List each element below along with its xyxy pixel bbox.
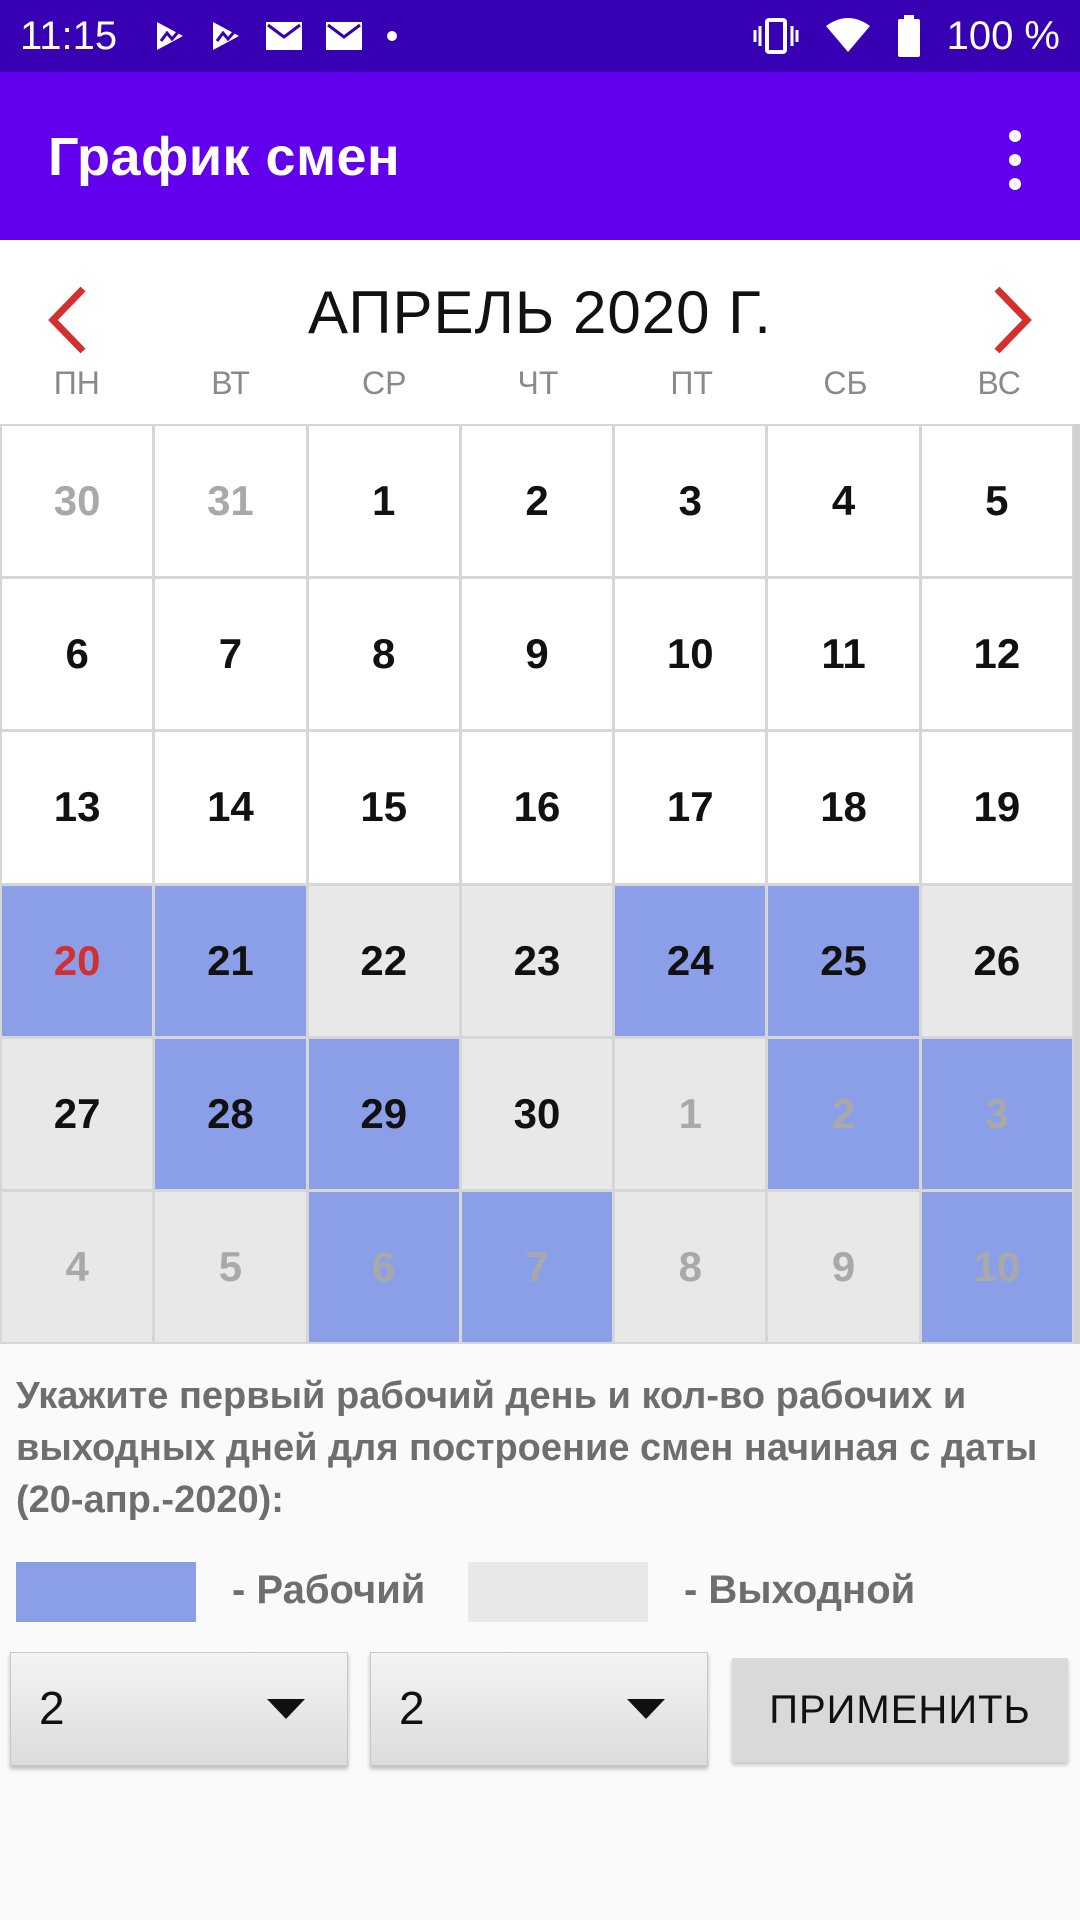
calendar-day-cell[interactable]: 3 bbox=[921, 1038, 1072, 1189]
calendar-day-cell[interactable]: 18 bbox=[768, 732, 919, 883]
month-title: АПРЕЛЬ 2020 Г. bbox=[308, 279, 772, 346]
calendar-day-cell[interactable]: 4 bbox=[2, 1191, 153, 1342]
dropdown-arrow-icon bbox=[267, 1699, 305, 1719]
app-title: График смен bbox=[48, 127, 401, 187]
calendar-day-cell[interactable]: 30 bbox=[2, 426, 153, 577]
calendar-grid: 30 31 1 2 3 4 5 6 7 8 9 10 11 12 13 14 15 16 17 18 19 20 21 22 2… bbox=[0, 424, 1074, 1344]
battery-percent: 100 % bbox=[946, 13, 1060, 58]
calendar-day-cell[interactable]: 26 bbox=[921, 885, 1072, 1036]
off-day-swatch bbox=[468, 1562, 648, 1622]
calendar-day-cell[interactable]: 4 bbox=[768, 426, 919, 577]
play-store-icon bbox=[213, 22, 240, 50]
scrollbar[interactable] bbox=[1074, 424, 1080, 1344]
calendar-day-cell[interactable]: 31 bbox=[155, 426, 306, 577]
calendar-day-cell[interactable]: 8 bbox=[615, 1191, 766, 1342]
calendar-day-cell[interactable]: 11 bbox=[768, 579, 919, 730]
calendar-day-cell[interactable]: 5 bbox=[155, 1191, 306, 1342]
calendar-day-cell[interactable]: 24 bbox=[615, 885, 766, 1036]
mail-icon bbox=[266, 22, 303, 50]
vibrate-icon bbox=[753, 18, 799, 54]
system-icons: 100 % bbox=[753, 14, 1060, 59]
battery-icon bbox=[897, 15, 920, 57]
calendar-day-cell[interactable]: 2 bbox=[461, 426, 613, 577]
calendar-day-cell[interactable]: 9 bbox=[461, 579, 613, 730]
menu-dot bbox=[1009, 130, 1021, 142]
weekday-label: СР bbox=[362, 365, 407, 401]
more-vert-icon[interactable] bbox=[990, 130, 1040, 190]
calendar-day-cell[interactable]: 19 bbox=[921, 732, 1072, 883]
work-days-value: 2 bbox=[39, 1682, 65, 1734]
calendar-day-cell[interactable]: 10 bbox=[921, 1191, 1072, 1342]
calendar-day-cell[interactable]: 15 bbox=[308, 732, 459, 883]
calendar-day-cell[interactable]: 22 bbox=[308, 885, 459, 1036]
calendar-day-cell[interactable]: 25 bbox=[768, 885, 919, 1036]
calendar-day-cell[interactable]: 28 bbox=[155, 1038, 306, 1189]
status-bar: 11:15 100 % bbox=[0, 0, 1080, 72]
dot-icon bbox=[387, 31, 398, 41]
menu-dot bbox=[1009, 178, 1021, 190]
calendar-day-cell[interactable]: 21 bbox=[155, 885, 306, 1036]
off-day-legend-label: - Выходной bbox=[684, 1568, 916, 1612]
weekday-label: ВС bbox=[977, 365, 1021, 401]
calendar-day-cell[interactable]: 5 bbox=[921, 426, 1072, 577]
menu-dot bbox=[1009, 154, 1021, 166]
calendar-day-cell[interactable]: 17 bbox=[615, 732, 766, 883]
apply-button[interactable]: ПРИМЕНИТЬ bbox=[732, 1658, 1068, 1762]
calendar-day-cell[interactable]: 6 bbox=[308, 1191, 459, 1342]
weekday-label: СБ bbox=[823, 365, 868, 401]
work-day-legend-label: - Рабочий bbox=[232, 1568, 426, 1612]
weekday-label: ЧТ bbox=[517, 365, 559, 401]
notification-icons bbox=[153, 19, 399, 53]
calendar-day-cell[interactable]: 30 bbox=[461, 1038, 613, 1189]
mail-icon bbox=[326, 22, 363, 50]
weekday-label: ПТ bbox=[670, 365, 713, 401]
chevron-right-icon bbox=[994, 286, 1032, 354]
work-days-spinner[interactable]: 2 bbox=[10, 1652, 348, 1766]
weekday-label: ПН bbox=[53, 365, 100, 401]
calendar-header: АПРЕЛЬ 2020 Г. ПН ВТ СР ЧТ ПТ СБ ВС bbox=[0, 240, 1080, 425]
calendar-day-cell[interactable]: 6 bbox=[2, 579, 153, 730]
work-day-swatch bbox=[16, 1562, 196, 1622]
wifi-icon bbox=[825, 18, 870, 52]
instruction-text: Укажите первый рабочий день и кол-во раб… bbox=[16, 1375, 1038, 1521]
calendar-day-cell[interactable]: 13 bbox=[2, 732, 153, 883]
calendar-day-cell[interactable]: 7 bbox=[461, 1191, 613, 1342]
calendar-day-cell[interactable]: 2 bbox=[768, 1038, 919, 1189]
app-bar: График смен bbox=[0, 72, 1080, 240]
calendar-day-cell[interactable]: 1 bbox=[615, 1038, 766, 1189]
calendar-day-cell[interactable]: 23 bbox=[461, 885, 613, 1036]
dropdown-arrow-icon bbox=[627, 1699, 665, 1719]
calendar-day-cell[interactable]: 27 bbox=[2, 1038, 153, 1189]
calendar-day-cell[interactable]: 3 bbox=[615, 426, 766, 577]
status-time: 11:15 bbox=[20, 13, 118, 58]
calendar-day-cell[interactable]: 29 bbox=[308, 1038, 459, 1189]
calendar-day-cell[interactable]: 8 bbox=[308, 579, 459, 730]
calendar-day-cell[interactable]: 16 bbox=[461, 732, 613, 883]
calendar-day-cell[interactable]: 7 bbox=[155, 579, 306, 730]
calendar-day-cell[interactable]: 20 bbox=[2, 885, 153, 1036]
calendar-day-cell[interactable]: 14 bbox=[155, 732, 306, 883]
off-days-value: 2 bbox=[399, 1682, 425, 1734]
next-month-button[interactable] bbox=[978, 270, 1048, 370]
calendar-day-cell[interactable]: 9 bbox=[768, 1191, 919, 1342]
weekday-label: ВТ bbox=[211, 365, 250, 401]
calendar-day-cell[interactable]: 1 bbox=[308, 426, 459, 577]
play-store-icon bbox=[157, 22, 184, 50]
calendar-day-cell[interactable]: 10 bbox=[615, 579, 766, 730]
weekday-row: ПН ВТ СР ЧТ ПТ СБ ВС bbox=[0, 365, 1076, 415]
off-days-spinner[interactable]: 2 bbox=[370, 1652, 708, 1766]
calendar-day-cell[interactable]: 12 bbox=[921, 579, 1072, 730]
